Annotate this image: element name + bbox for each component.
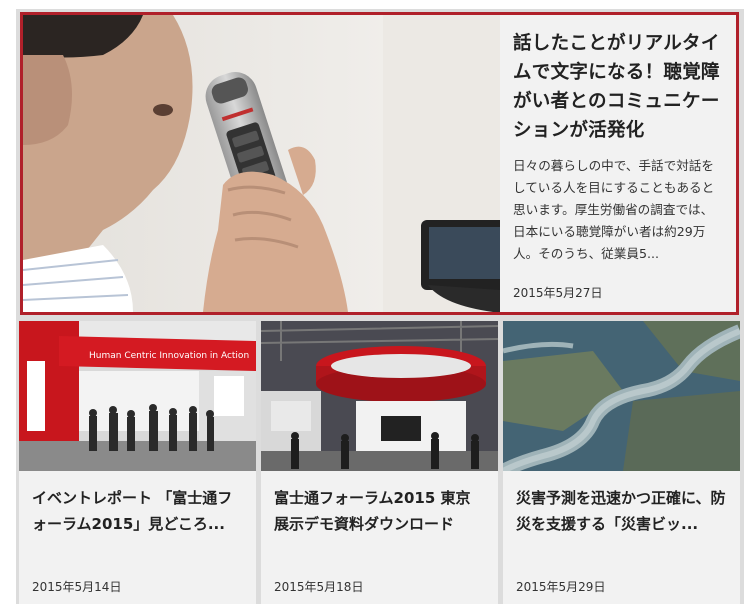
featured-article-excerpt: 日々の暮らしの中で、手話で対話をしている人を目にすることもあると思います。厚生労… <box>513 158 715 261</box>
featured-article-image[interactable] <box>23 15 500 312</box>
article-card-demo-download[interactable]: 富士通フォーラム2015 東京 展示デモ資料ダウンロード 2015年5月18日 <box>261 321 498 604</box>
featured-article-text: 話したことがリアルタイムで文字になる！聴覚障がい者とのコミュニケーションが活発化… <box>513 15 731 312</box>
article-card-title[interactable]: 災害予測を迅速かつ正確に、防災を支援する「災害ビッ... <box>516 485 731 537</box>
article-card-title[interactable]: イベントレポート 「富士通フォーラム2015」見どころ... <box>32 485 247 537</box>
article-grid: 話したことがリアルタイムで文字になる！聴覚障がい者とのコミュニケーションが活発化… <box>16 9 744 604</box>
featured-article-title[interactable]: 話したことがリアルタイムで文字になる！聴覚障がい者とのコミュニケーションが活発化 <box>513 29 725 145</box>
article-card-date: 2015年5月29日 <box>516 580 606 594</box>
article-card-date: 2015年5月18日 <box>274 580 364 594</box>
booth-sign-text: Human Centric Innovation in Action <box>89 351 249 361</box>
article-card-title[interactable]: 富士通フォーラム2015 東京 展示デモ資料ダウンロード <box>274 485 489 537</box>
article-card-image[interactable] <box>503 321 740 471</box>
article-card-disaster-prediction[interactable]: 災害予測を迅速かつ正確に、防災を支援する「災害ビッ... 2015年5月29日 <box>503 321 740 604</box>
featured-article-card[interactable]: 話したことがリアルタイムで文字になる！聴覚障がい者とのコミュニケーションが活発化… <box>20 12 739 315</box>
featured-article-date: 2015年5月27日 <box>513 286 603 300</box>
article-card-fujitsu-forum-report[interactable]: Human Centric Innovation in Action イベントレ… <box>19 321 256 604</box>
article-card-image[interactable] <box>261 321 498 471</box>
article-card-image[interactable]: Human Centric Innovation in Action <box>19 321 256 471</box>
article-card-date: 2015年5月14日 <box>32 580 122 594</box>
